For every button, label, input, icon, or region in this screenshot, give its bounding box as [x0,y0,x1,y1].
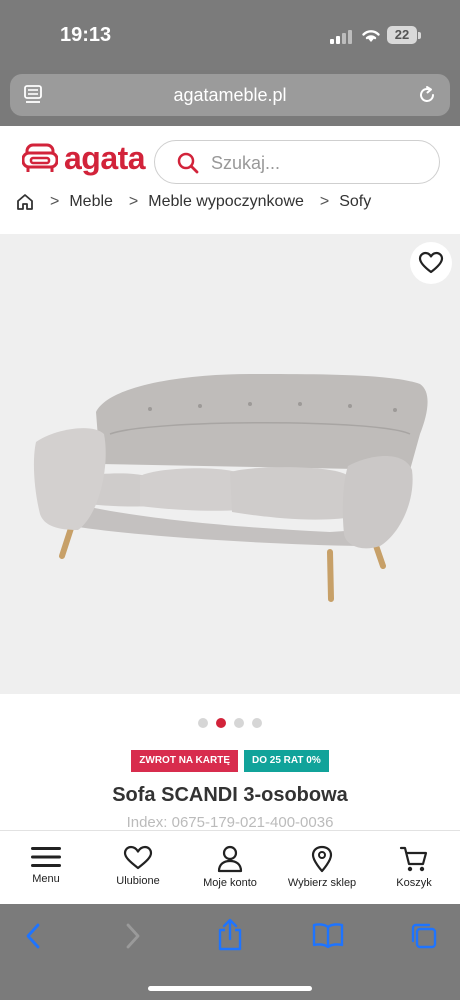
nav-cart[interactable]: Koszyk [368,831,460,905]
nav-menu-label: Menu [32,873,60,885]
battery-tip [418,32,421,39]
agata-logo[interactable]: agata [22,138,146,178]
user-icon [217,845,243,873]
home-indicator [148,986,312,991]
carousel-dot[interactable] [252,718,262,728]
forward-icon[interactable] [124,922,142,950]
nav-store[interactable]: Wybierz sklep [276,831,368,905]
carousel-dot[interactable] [234,718,244,728]
installments-badge: DO 25 RAT 0% [244,750,329,772]
nav-store-label: Wybierz sklep [287,877,357,889]
bookmarks-icon[interactable] [312,922,344,948]
product-title: Sofa SCANDI 3-osobowa [112,784,348,806]
search-input[interactable]: Szukaj... [211,153,280,174]
nav-favorites[interactable]: Ulubione [92,831,184,905]
breadcrumb: > Meble > Meble wypoczynkowe > Sofy [0,188,460,216]
battery-indicator: 22 [387,26,417,44]
tabs-icon[interactable] [410,922,438,950]
reload-icon[interactable] [416,84,438,106]
return-badge: ZWROT NA KARTĘ [131,750,238,772]
share-icon[interactable] [216,918,244,952]
url-text[interactable]: agatameble.pl [10,85,450,106]
sofa-image [33,374,428,602]
breadcrumb-meble[interactable]: Meble [69,193,113,211]
nav-cart-label: Koszyk [396,877,432,889]
nav-menu[interactable]: Menu [0,831,92,905]
chevron-right-icon: > [128,193,139,210]
cart-icon [399,846,428,872]
logo-text: agata [64,139,146,176]
hamburger-menu-icon [31,847,61,867]
carousel-dots[interactable] [0,718,460,728]
status-bar: 19:13 22 [0,0,460,70]
sofa-logo-icon [22,143,58,172]
carousel-dot[interactable] [198,718,208,728]
product-index: Index: 0675-179-021-400-0036 [126,814,334,831]
wifi-icon [362,30,380,42]
cellular-signal-icon [330,30,352,44]
heart-icon [418,251,444,274]
search-icon [177,152,199,174]
nav-account-label: Moje konto [203,877,257,889]
breadcrumb-sofy[interactable]: Sofy [339,193,371,211]
bottom-navigation: Menu Ulubione Moje konto Wybierz sklep K… [0,830,460,905]
chevron-right-icon: > [319,193,330,210]
nav-favorites-label: Ulubione [116,875,160,887]
carousel-dot-active[interactable] [216,718,226,728]
promo-badges: ZWROT NA KARTĘ DO 25 RAT 0% [0,750,460,772]
clock: 19:13 [60,24,112,46]
address-bar[interactable]: agatameble.pl [10,74,450,116]
browser-toolbar [0,904,460,1000]
back-icon[interactable] [24,922,42,950]
product-image[interactable] [0,234,460,694]
search-box[interactable]: Szukaj... [154,140,440,184]
nav-account[interactable]: Moje konto [184,831,276,905]
heart-icon [123,845,153,870]
home-icon[interactable] [16,193,34,211]
favorite-button[interactable] [410,242,452,284]
web-page: agata Szukaj... > Meble > Meble wypoczyn… [0,126,460,904]
chevron-right-icon: > [50,193,60,210]
map-pin-icon [311,845,333,873]
breadcrumb-meble-wypoczynkowe[interactable]: Meble wypoczynkowe [148,193,304,211]
